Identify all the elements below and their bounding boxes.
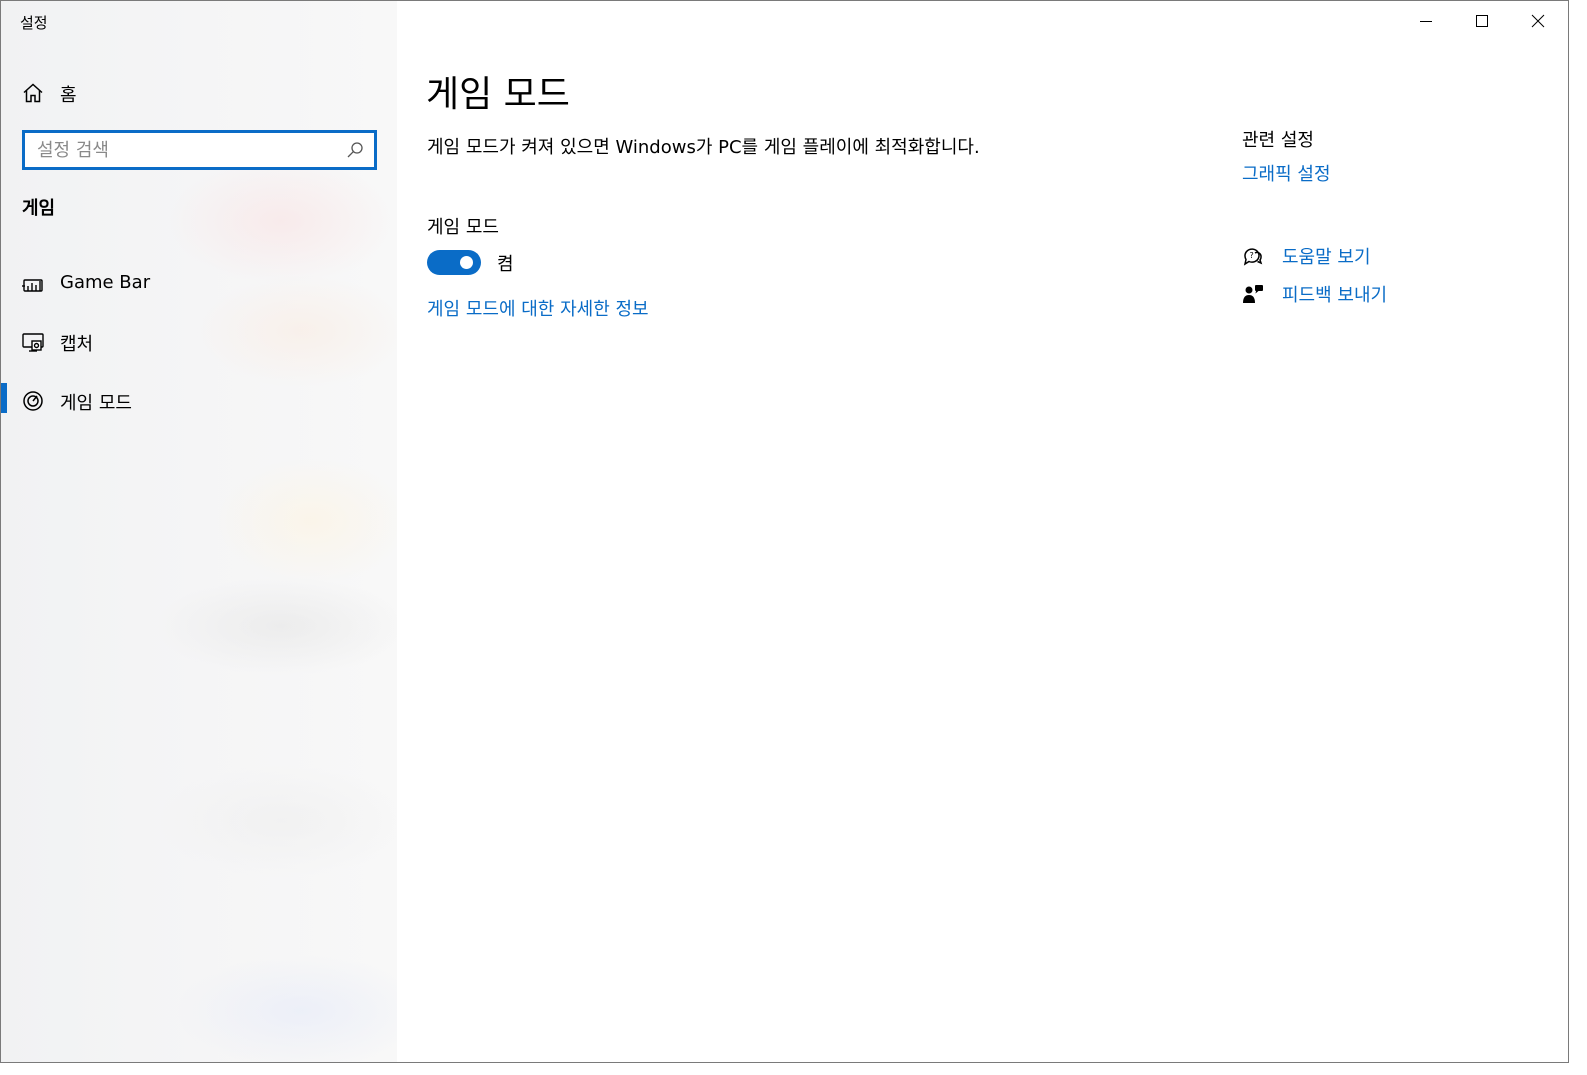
- minimize-icon: [1420, 21, 1432, 22]
- game-mode-icon: [21, 389, 45, 413]
- maximize-button[interactable]: [1455, 1, 1511, 41]
- sidebar-section-title: 게임: [22, 198, 56, 219]
- game-mode-setting-label: 게임 모드: [427, 217, 499, 238]
- sidebar-item-label: 게임 모드: [60, 393, 132, 414]
- get-help-row[interactable]: ? 도움말 보기: [1241, 242, 1541, 272]
- game-mode-toggle[interactable]: [427, 250, 481, 275]
- close-icon: [1531, 14, 1545, 28]
- app-title: 설정: [20, 14, 48, 32]
- game-bar-icon: [21, 272, 45, 296]
- sidebar-item-label: Game Bar: [60, 272, 151, 293]
- active-indicator: [1, 383, 7, 413]
- toggle-knob: [460, 256, 473, 269]
- sidebar-item-capture[interactable]: 캡처: [1, 317, 397, 367]
- sidebar-item-home[interactable]: 홈: [1, 71, 397, 115]
- sidebar-item-label: 캡처: [60, 334, 94, 355]
- home-icon: [21, 81, 45, 105]
- svg-text:?: ?: [1250, 251, 1254, 260]
- search-box[interactable]: [22, 130, 377, 170]
- feedback-icon: [1241, 282, 1265, 306]
- related-settings-title: 관련 설정: [1242, 130, 1314, 151]
- minimize-button[interactable]: [1399, 1, 1455, 41]
- send-feedback-link[interactable]: 피드백 보내기: [1282, 281, 1387, 307]
- search-input[interactable]: [37, 138, 337, 162]
- graphics-settings-link[interactable]: 그래픽 설정: [1242, 160, 1331, 186]
- search-icon[interactable]: [346, 141, 364, 159]
- page-description: 게임 모드가 켜져 있으면 Windows가 PC를 게임 플레이에 최적화합니…: [427, 137, 980, 158]
- sidebar-item-label: 홈: [60, 85, 77, 106]
- sidebar-item-game-mode[interactable]: 게임 모드: [1, 376, 397, 426]
- sidebar: 설정 홈 게임: [1, 1, 397, 1062]
- maximize-icon: [1476, 15, 1488, 27]
- settings-window: 설정 홈 게임: [0, 0, 1569, 1063]
- more-info-link[interactable]: 게임 모드에 대한 자세한 정보: [427, 295, 649, 321]
- send-feedback-row[interactable]: 피드백 보내기: [1241, 280, 1541, 310]
- page-title: 게임 모드: [426, 74, 570, 115]
- capture-icon: [21, 330, 45, 354]
- close-button[interactable]: [1511, 1, 1567, 41]
- help-chat-icon: ?: [1241, 244, 1265, 268]
- sidebar-item-game-bar[interactable]: Game Bar: [1, 259, 397, 309]
- get-help-link[interactable]: 도움말 보기: [1282, 243, 1371, 269]
- toggle-state-label: 켬: [497, 254, 514, 275]
